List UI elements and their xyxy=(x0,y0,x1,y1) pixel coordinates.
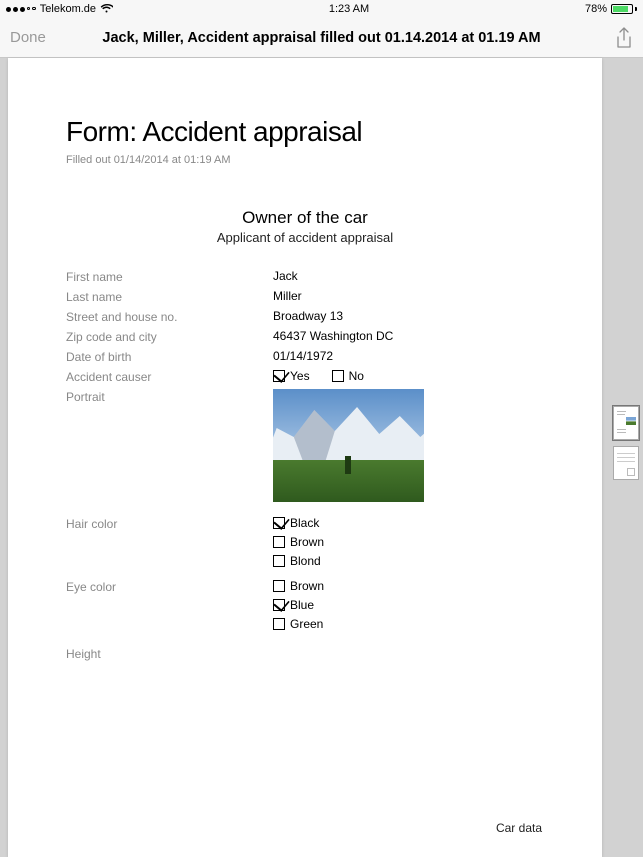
causer-no-label: No xyxy=(349,369,364,383)
value-zip: 46437 Washington DC xyxy=(273,329,393,343)
section-subtitle: Applicant of accident appraisal xyxy=(66,230,544,245)
document-workspace: Form: Accident appraisal Filled out 01/1… xyxy=(0,58,643,857)
wifi-icon xyxy=(100,3,113,16)
page-thumbnails xyxy=(613,406,639,486)
checkbox-icon xyxy=(273,517,285,529)
document-title: Jack, Miller, Accident appraisal filled … xyxy=(102,30,540,46)
field-first-name: First nameJack xyxy=(66,269,544,284)
form-title: Form: Accident appraisal xyxy=(66,116,544,148)
status-bar: Telekom.de 1:23 AM 78% xyxy=(0,0,643,18)
label-last-name: Last name xyxy=(66,289,273,304)
label-zip: Zip code and city xyxy=(66,329,273,344)
thumbnail-page-1[interactable] xyxy=(613,406,639,440)
eye-options: Brown Blue Green xyxy=(273,579,324,636)
field-hair: Hair color Black Brown Blond xyxy=(66,516,544,573)
field-last-name: Last nameMiller xyxy=(66,289,544,304)
checkbox-icon xyxy=(273,580,285,592)
hair-black-label: Black xyxy=(290,516,319,530)
field-portrait: Portrait xyxy=(66,389,544,502)
status-right: 78% xyxy=(585,3,637,15)
label-street: Street and house no. xyxy=(66,309,273,324)
label-eye: Eye color xyxy=(66,579,273,594)
form-fields: First nameJack Last nameMiller Street an… xyxy=(66,269,544,661)
portrait-image xyxy=(273,389,424,502)
label-hair: Hair color xyxy=(66,516,273,531)
battery-pct: 78% xyxy=(585,3,607,15)
eye-green: Green xyxy=(273,617,324,631)
hair-black: Black xyxy=(273,516,324,530)
causer-yes: Yes xyxy=(273,369,310,383)
hair-options: Black Brown Blond xyxy=(273,516,324,573)
document-page[interactable]: Form: Accident appraisal Filled out 01/1… xyxy=(8,58,602,857)
signal-dots-icon xyxy=(6,7,36,12)
label-first-name: First name xyxy=(66,269,273,284)
causer-no: No xyxy=(332,369,364,383)
status-time: 1:23 AM xyxy=(329,3,369,15)
checkbox-icon xyxy=(273,555,285,567)
form-subtitle: Filled out 01/14/2014 at 01:19 AM xyxy=(66,154,544,166)
label-causer: Accident causer xyxy=(66,369,273,384)
eye-brown: Brown xyxy=(273,579,324,593)
nav-bar: Done Jack, Miller, Accident appraisal fi… xyxy=(0,18,643,58)
hair-brown-label: Brown xyxy=(290,535,324,549)
label-portrait: Portrait xyxy=(66,389,273,404)
status-left: Telekom.de xyxy=(6,3,113,16)
eye-brown-label: Brown xyxy=(290,579,324,593)
causer-yes-label: Yes xyxy=(290,369,310,383)
hair-brown: Brown xyxy=(273,535,324,549)
field-street: Street and house no.Broadway 13 xyxy=(66,309,544,324)
field-eye: Eye color Brown Blue Green xyxy=(66,579,544,636)
carrier-label: Telekom.de xyxy=(40,3,96,15)
section-title: Owner of the car xyxy=(66,208,544,228)
eye-blue-label: Blue xyxy=(290,598,314,612)
checkbox-icon xyxy=(273,599,285,611)
checkbox-icon xyxy=(273,536,285,548)
thumbnail-page-2[interactable] xyxy=(613,446,639,480)
page-footer: Car data xyxy=(496,821,542,835)
value-street: Broadway 13 xyxy=(273,309,343,323)
label-dob: Date of birth xyxy=(66,349,273,364)
section-header: Owner of the car Applicant of accident a… xyxy=(66,208,544,245)
done-button[interactable]: Done xyxy=(10,29,46,46)
field-causer: Accident causer Yes No xyxy=(66,369,544,384)
eye-green-label: Green xyxy=(290,617,323,631)
checkbox-icon xyxy=(273,618,285,630)
field-zip: Zip code and city46437 Washington DC xyxy=(66,329,544,344)
checkbox-icon xyxy=(273,370,285,382)
field-dob: Date of birth01/14/1972 xyxy=(66,349,544,364)
share-button[interactable] xyxy=(615,27,633,49)
value-last-name: Miller xyxy=(273,289,302,303)
hair-blond-label: Blond xyxy=(290,554,321,568)
battery-icon xyxy=(611,4,637,14)
hair-blond: Blond xyxy=(273,554,324,568)
eye-blue: Blue xyxy=(273,598,324,612)
label-height: Height xyxy=(66,646,273,661)
value-first-name: Jack xyxy=(273,269,298,283)
causer-options: Yes No xyxy=(273,369,364,383)
checkbox-icon xyxy=(332,370,344,382)
value-dob: 01/14/1972 xyxy=(273,349,333,363)
thumbnail-image-icon xyxy=(626,417,636,425)
field-height: Height xyxy=(66,646,544,661)
